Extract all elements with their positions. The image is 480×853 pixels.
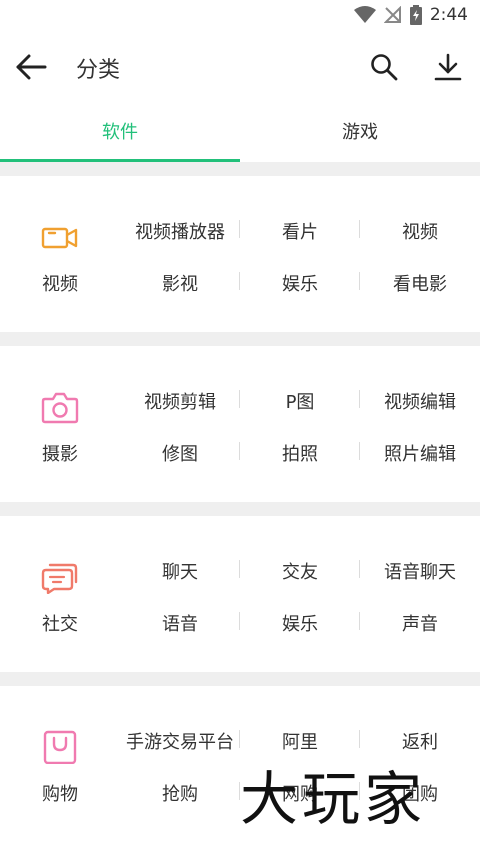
tag-separator [359,272,360,290]
tag-separator [359,390,360,408]
category-tag[interactable]: P图 [240,388,360,414]
category-tag[interactable]: 娱乐 [240,610,360,636]
camera-icon [41,392,79,424]
back-button[interactable] [12,50,50,84]
category-name: 社交 [42,614,78,635]
watermark-logo: 大玩家 [240,765,427,833]
app-bar: 分类 [0,34,480,100]
wifi-icon [353,6,376,23]
section-divider [0,332,480,346]
category-tag[interactable]: 视频 [360,218,480,244]
status-bar: 2:44 [0,0,480,34]
category-card-photography[interactable]: 摄影 视频剪辑 P图 视频编辑 修图 拍照 照片编辑 [0,346,480,502]
section-divider [0,162,480,176]
category-tag[interactable]: 视频剪辑 [120,388,240,414]
tag-separator [239,612,240,630]
search-button[interactable] [366,50,402,84]
category-tag[interactable]: 看电影 [360,270,480,296]
category-tag[interactable]: 修图 [120,440,240,466]
section-divider [0,672,480,686]
category-tag[interactable]: 拍照 [240,440,360,466]
category-tag[interactable]: 阿里 [240,728,360,754]
tag-separator [359,612,360,630]
tag-separator [359,560,360,578]
tag-separator [359,442,360,460]
category-tag[interactable]: 声音 [360,610,480,636]
tag-separator [239,560,240,578]
no-signal-icon [383,6,401,23]
category-card-video[interactable]: 视频 视频播放器 看片 视频 影视 娱乐 看电影 [0,176,480,332]
category-tag[interactable]: 照片编辑 [360,440,480,466]
tag-separator [239,390,240,408]
tag-separator [239,730,240,748]
tag-separator [359,730,360,748]
arrow-left-icon [16,54,47,80]
tab-software[interactable]: 软件 [0,100,240,162]
category-tag[interactable]: 手游交易平台 [120,728,240,754]
download-button[interactable] [430,50,466,84]
category-tag[interactable]: 语音 [120,610,240,636]
category-name: 视频 [42,274,78,295]
chat-bubbles-icon [41,563,78,594]
battery-icon [409,5,422,25]
page-title: 分类 [76,58,121,83]
category-name: 摄影 [42,444,78,465]
tag-separator [239,220,240,238]
category-name: 购物 [42,784,78,805]
status-time: 2:44 [429,5,468,25]
category-tag[interactable]: 交友 [240,558,360,584]
shopping-bag-icon [43,730,77,764]
tag-separator [359,220,360,238]
category-tag[interactable]: 抢购 [120,780,240,806]
category-tabs: 软件 游戏 [0,100,480,162]
tag-separator [239,272,240,290]
category-tag[interactable]: 返利 [360,728,480,754]
search-icon [371,54,398,81]
category-tag[interactable]: 聊天 [120,558,240,584]
section-divider [0,502,480,516]
category-tag[interactable]: 娱乐 [240,270,360,296]
video-camera-icon [41,227,78,249]
category-tag[interactable]: 视频播放器 [120,218,240,244]
category-tag[interactable]: 影视 [120,270,240,296]
tag-separator [239,442,240,460]
category-card-social[interactable]: 社交 聊天 交友 语音聊天 语音 娱乐 声音 [0,516,480,672]
category-tag[interactable]: 看片 [240,218,360,244]
category-tag[interactable]: 语音聊天 [360,558,480,584]
download-icon [434,53,462,81]
category-tag[interactable]: 视频编辑 [360,388,480,414]
tab-games[interactable]: 游戏 [240,100,480,162]
